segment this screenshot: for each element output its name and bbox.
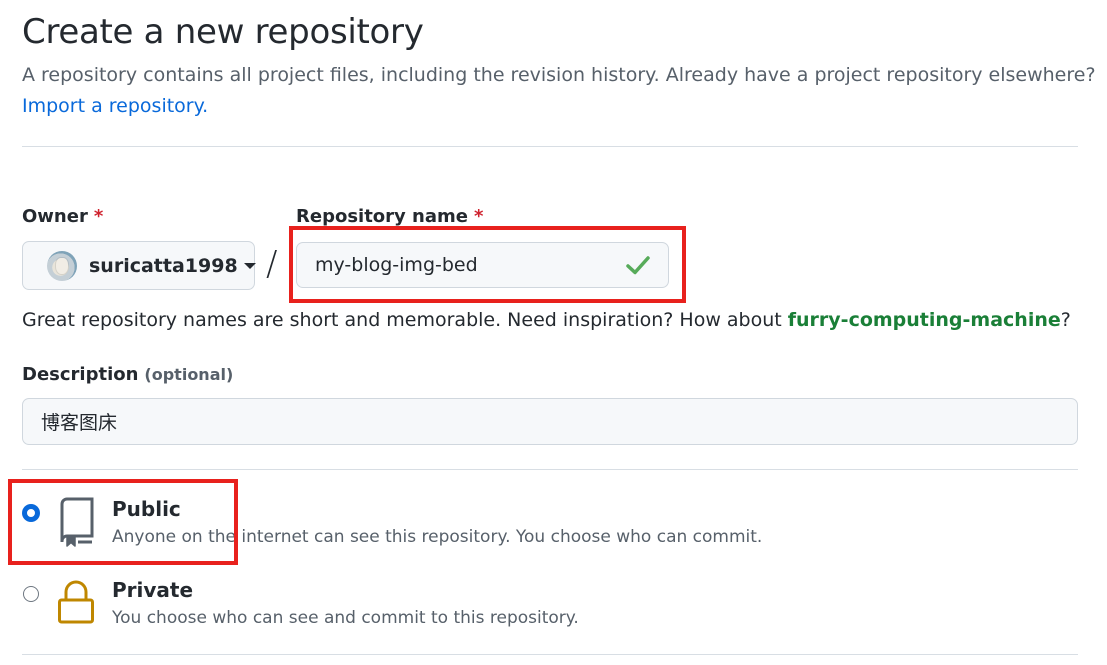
avatar-icon: [47, 250, 77, 281]
page-title: Create a new repository: [22, 12, 424, 52]
owner-name: suricatta1998: [89, 254, 238, 277]
repository-name-input[interactable]: my-blog-img-bed: [296, 242, 669, 288]
repository-name-label: Repository name *: [296, 206, 483, 227]
private-description: You choose who can see and commit to thi…: [112, 608, 579, 628]
repository-required-mark: *: [473, 206, 484, 227]
owner-required-mark: *: [93, 206, 104, 227]
import-repository-link[interactable]: Import a repository.: [22, 95, 208, 117]
repository-name-hint: Great repository names are short and mem…: [22, 309, 1071, 331]
owner-label-text: Owner: [22, 206, 88, 227]
repository-name-label-text: Repository name: [296, 206, 468, 227]
header-divider: [22, 146, 1078, 147]
owner-label: Owner *: [22, 206, 103, 227]
hint-text: Great repository names are short and mem…: [22, 309, 788, 331]
description-label-text: Description: [22, 364, 139, 385]
description-value: 博客图床: [41, 412, 118, 434]
private-radio[interactable]: [23, 586, 39, 602]
hint-end: ?: [1060, 309, 1071, 331]
description-label: Description (optional): [22, 364, 233, 385]
description-input[interactable]: 博客图床: [22, 398, 1078, 445]
private-title: Private: [112, 578, 194, 602]
chevron-down-icon: [243, 262, 256, 269]
repo-icon: [56, 496, 98, 552]
visibility-divider: [22, 469, 1078, 470]
owner-dropdown[interactable]: suricatta1998: [22, 241, 256, 290]
lock-icon: [56, 578, 96, 630]
public-description: Anyone on the internet can see this repo…: [112, 527, 763, 547]
check-icon: [626, 255, 650, 275]
owner-repo-separator: /: [266, 244, 278, 284]
description-optional-label: (optional): [144, 365, 234, 384]
page-subtitle: A repository contains all project files,…: [22, 64, 1096, 86]
bottom-divider: [22, 654, 1078, 655]
annotation-box-public: [8, 479, 238, 565]
public-title: Public: [112, 497, 181, 521]
repository-name-value: my-blog-img-bed: [315, 254, 478, 276]
suggested-name-link[interactable]: furry-computing-machine: [788, 309, 1061, 331]
public-radio[interactable]: [23, 505, 39, 521]
